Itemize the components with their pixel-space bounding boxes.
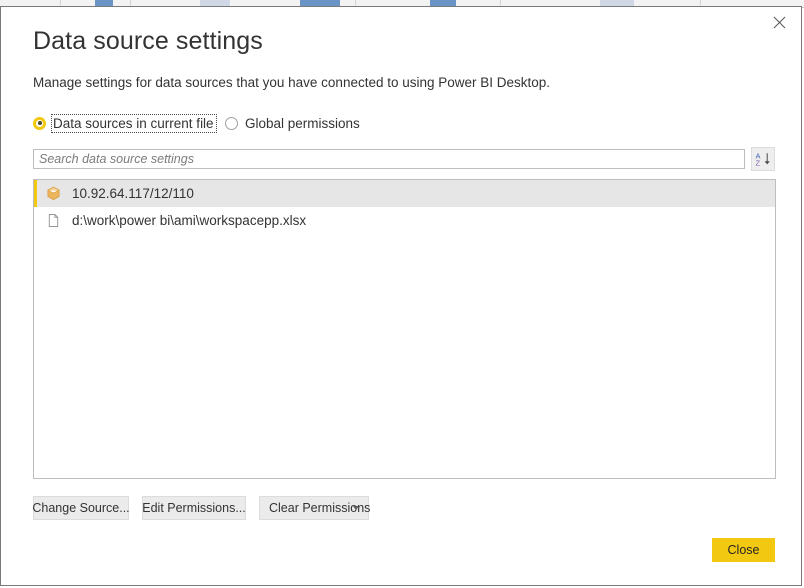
database-cube-icon [45, 186, 61, 202]
sort-az-button[interactable]: A Z [751, 147, 775, 171]
sort-az-icon: A Z [756, 151, 770, 167]
radio-label-current-file: Data sources in current file [51, 113, 217, 133]
list-item[interactable]: d:\work\power bi\ami\workspacepp.xlsx [34, 207, 775, 234]
radio-label-global-permissions: Global permissions [245, 115, 360, 131]
radio-data-sources-in-current-file[interactable]: Data sources in current file [33, 113, 217, 133]
svg-text:Z: Z [756, 159, 761, 167]
dialog-subtitle: Manage settings for data sources that yo… [33, 75, 551, 90]
close-x-icon[interactable] [757, 7, 801, 37]
chevron-down-icon [353, 506, 359, 510]
radio-selected-icon [33, 116, 46, 130]
page-title: Data source settings [33, 27, 263, 55]
search-input[interactable] [33, 149, 745, 169]
radio-global-permissions[interactable]: Global permissions [225, 113, 362, 133]
list-item-label: 10.92.64.117/12/110 [72, 186, 194, 201]
file-document-icon [45, 213, 61, 229]
change-source-button[interactable]: Change Source... [32, 496, 130, 520]
clear-permissions-button[interactable]: Clear Permissions [259, 496, 370, 520]
radio-unselected-icon [225, 116, 238, 130]
data-source-list[interactable]: 10.92.64.117/12/110 d:\work\power bi\ami… [33, 179, 776, 479]
data-source-settings-dialog: Data source settings Manage settings for… [0, 6, 802, 586]
list-item-label: d:\work\power bi\ami\workspacepp.xlsx [72, 213, 307, 228]
edit-permissions-button[interactable]: Edit Permissions... [142, 496, 246, 520]
list-item[interactable]: 10.92.64.117/12/110 [34, 180, 775, 207]
close-button[interactable]: Close [712, 538, 775, 562]
